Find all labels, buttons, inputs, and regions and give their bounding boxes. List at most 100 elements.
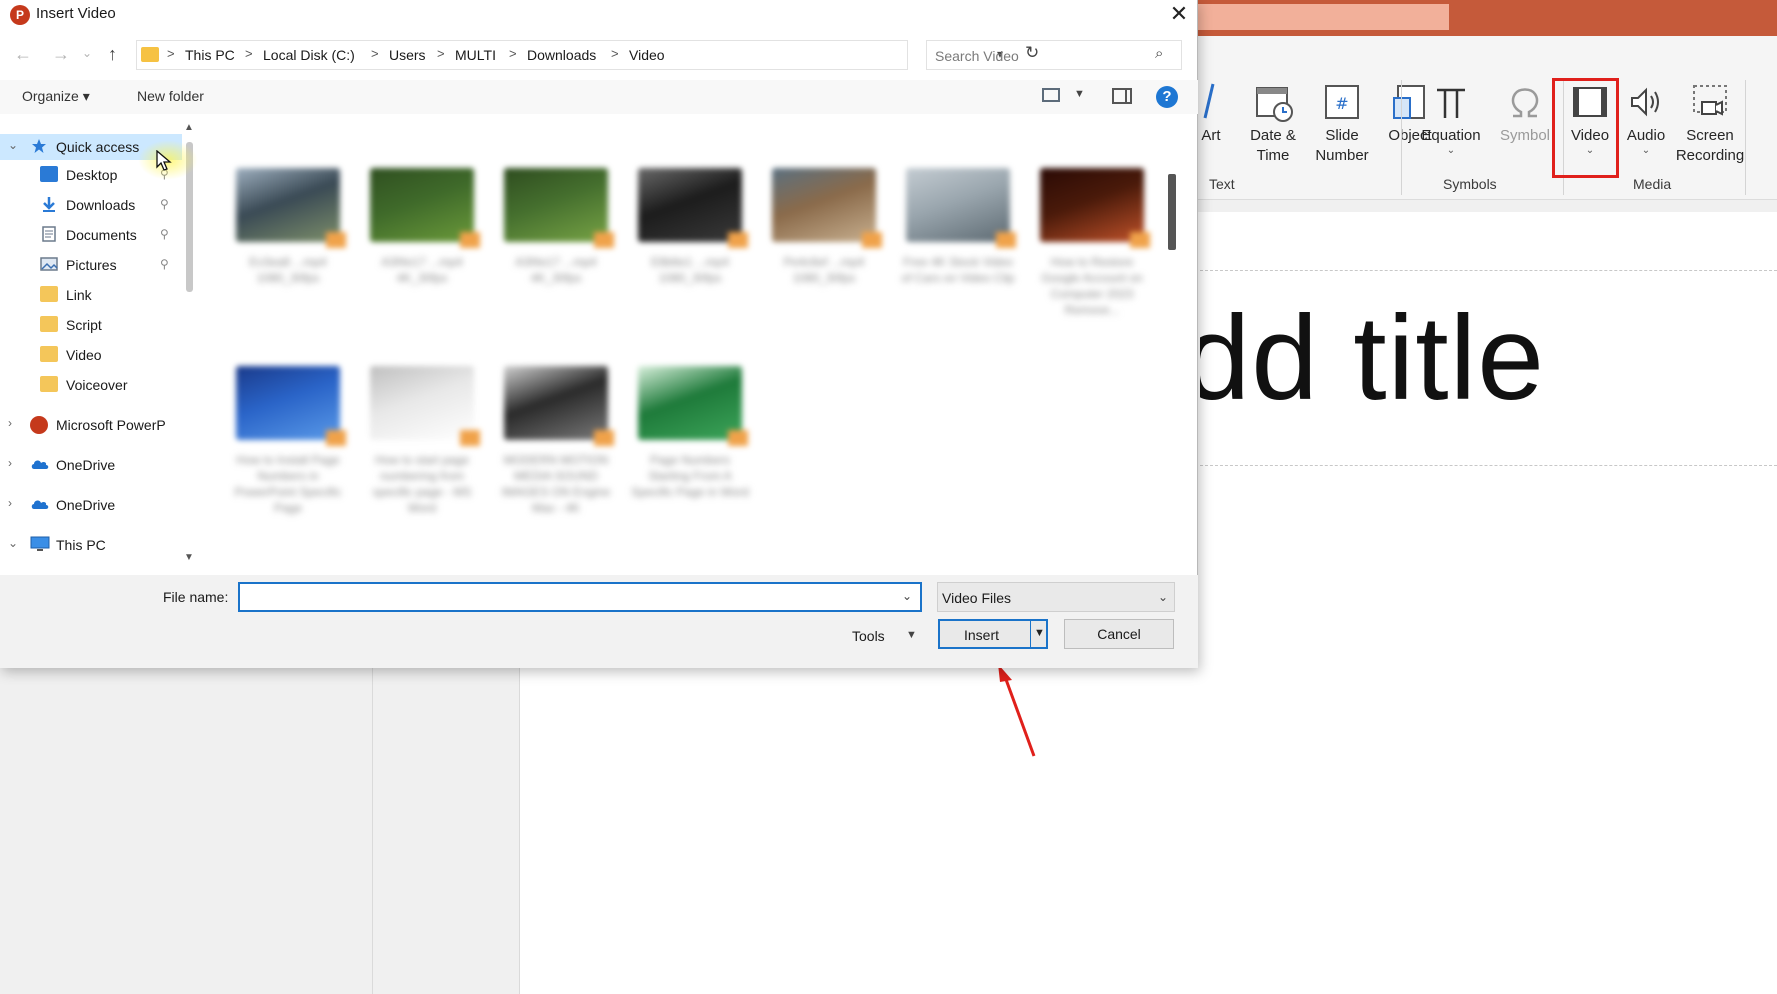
sidebar-item-this-pc[interactable]: ⌄ This PC <box>0 532 182 558</box>
help-icon[interactable]: ? <box>1156 86 1178 108</box>
breadcrumb-separator[interactable]: > <box>245 46 253 61</box>
file-item[interactable]: A3f4e17 ...mp4 4K_30fps <box>362 168 482 328</box>
sidebar-item-label: OneDrive <box>56 457 116 473</box>
file-name-label: File name: <box>163 589 229 605</box>
breadcrumb-downloads[interactable]: Downloads <box>527 47 596 63</box>
scrollbar-thumb[interactable] <box>1168 174 1176 250</box>
breadcrumb-this-pc[interactable]: This PC <box>185 47 235 63</box>
insert-options-dropdown-icon[interactable]: ▼ <box>1034 627 1045 639</box>
video-file-badge-icon <box>460 232 480 248</box>
ribbon-symbol-button[interactable]: Symbol <box>1493 80 1557 146</box>
sidebar-item-label: Pictures <box>66 257 117 273</box>
sidebar-item-voiceover[interactable]: Voiceover <box>0 372 182 398</box>
title-placeholder[interactable]: Click to add title <box>1200 270 1777 466</box>
breadcrumb-separator[interactable]: > <box>371 46 379 61</box>
mouse-cursor-icon <box>156 150 172 171</box>
breadcrumb-separator: > <box>167 46 175 61</box>
file-item[interactable]: How to Restore Google Account on Compute… <box>1032 168 1152 328</box>
ribbon-symbol-label: Symbol <box>1499 127 1551 144</box>
search-input[interactable] <box>935 46 1145 66</box>
change-view-icon[interactable] <box>1042 88 1060 102</box>
breadcrumb-video[interactable]: Video <box>629 47 665 63</box>
file-name-caption: How to Install Page Numbers in PowerPoin… <box>234 453 342 515</box>
sidebar-item-documents[interactable]: Documents ⚲ <box>0 222 182 248</box>
svg-text:#: # <box>1335 94 1348 113</box>
recent-locations-icon[interactable]: ⌄ <box>82 46 92 60</box>
up-arrow-icon[interactable]: ↑ <box>108 44 117 65</box>
file-item[interactable]: How to Install Page Numbers in PowerPoin… <box>228 366 348 526</box>
search-box[interactable]: ⌕ <box>926 40 1182 70</box>
address-bar[interactable]: > This PC > Local Disk (C:) > Users > MU… <box>136 40 1039 70</box>
file-item[interactable]: Ev3ea8 ...mp4 1080_30fps <box>228 168 348 328</box>
ppt-title-search-field[interactable] <box>1197 4 1449 30</box>
breadcrumb-separator[interactable]: > <box>611 46 619 61</box>
sidebar-item-label: Quick access <box>56 139 140 155</box>
file-item[interactable]: E8b6e1 ...mp4 1080_30fps <box>630 168 750 328</box>
pane-divider <box>372 660 373 994</box>
file-item[interactable]: Page Numbers Starting From A Specific Pa… <box>630 366 750 526</box>
ribbon-slide-number-label: Slide Number <box>1315 127 1369 164</box>
scroll-down-icon[interactable]: ▼ <box>184 552 194 563</box>
file-type-filter-select[interactable]: Video Files ⌄ <box>937 582 1175 612</box>
sidebar-item-script[interactable]: Script <box>0 312 182 338</box>
close-button[interactable]: ✕ <box>1160 0 1198 30</box>
file-item[interactable]: How to start page numbering from specifi… <box>362 366 482 526</box>
document-icon <box>40 226 58 242</box>
ribbon-screen-recording-button[interactable]: Screen Recording <box>1663 80 1757 166</box>
video-thumbnail <box>504 168 614 248</box>
tools-button[interactable]: Tools <box>852 628 885 644</box>
file-item[interactable]: MODERN MOTION MEDIA SOUND IMAGES ON Engi… <box>496 366 616 526</box>
navigation-pane-scrollbar[interactable]: ▲ ▼ <box>182 118 196 572</box>
collapse-chevron-icon[interactable]: ⌄ <box>8 536 18 550</box>
search-icon[interactable]: ⌕ <box>1155 45 1163 62</box>
insert-button[interactable]: Insert ▼ <box>938 619 1048 649</box>
tools-dropdown-icon[interactable]: ▼ <box>906 629 917 641</box>
file-item[interactable]: A3f4e17 ...mp4 4K_30fps <box>496 168 616 328</box>
file-name-caption: How to Restore Google Account on Compute… <box>1041 255 1143 317</box>
sidebar-item-link[interactable]: Link <box>0 282 182 308</box>
breadcrumb-multi[interactable]: MULTI <box>455 47 496 63</box>
sidebar-item-onedrive[interactable]: › OneDrive <box>0 452 182 478</box>
expand-chevron-icon[interactable]: › <box>8 416 12 430</box>
file-name-input[interactable] <box>238 582 922 612</box>
sidebar-item-video[interactable]: Video <box>0 342 182 368</box>
cancel-button[interactable]: Cancel <box>1064 619 1174 649</box>
preview-pane-icon[interactable] <box>1112 88 1132 104</box>
sidebar-item-downloads[interactable]: Downloads ⚲ <box>0 192 182 218</box>
ribbon-slide-number-button[interactable]: # Slide Number <box>1307 80 1377 166</box>
organize-button[interactable]: Organize ▾ <box>22 88 90 105</box>
expand-chevron-icon[interactable]: › <box>8 456 12 470</box>
collapse-chevron-icon[interactable]: ⌄ <box>8 138 18 152</box>
file-name-caption: A3f4e17 ...mp4 4K_30fps <box>381 255 463 285</box>
ribbon-separator-media <box>1745 80 1746 195</box>
breadcrumb-local-disk[interactable]: Local Disk (C:) <box>263 47 355 63</box>
file-list-scrollbar[interactable] <box>1168 134 1176 526</box>
equation-dropdown-icon[interactable]: ⌄ <box>1409 146 1493 156</box>
sidebar-item-microsoft-powerpoint[interactable]: › Microsoft PowerP <box>0 412 182 438</box>
ribbon-equation-button[interactable]: Equation ⌄ <box>1409 80 1493 156</box>
dialog-title: Insert Video <box>36 5 116 22</box>
dialog-title-bar[interactable]: P Insert Video ✕ <box>0 0 1198 30</box>
file-item[interactable]: Free 4K Stock Video of Cars on Video Cli… <box>898 168 1018 328</box>
scroll-up-icon[interactable]: ▲ <box>184 122 194 133</box>
ribbon-wordart-button[interactable]: Art <box>1201 80 1221 146</box>
forward-arrow-icon[interactable]: → <box>52 44 70 65</box>
breadcrumb-separator[interactable]: > <box>509 46 517 61</box>
video-thumbnail <box>772 168 882 248</box>
ribbon-date-time-button[interactable]: Date & Time <box>1243 80 1303 166</box>
ribbon-group-media: Media <box>1633 176 1672 192</box>
back-arrow-icon[interactable]: ← <box>14 44 32 65</box>
expand-chevron-icon[interactable]: › <box>8 496 12 510</box>
file-item[interactable]: Pe4c6ef ...mp4 1080_30fps <box>764 168 884 328</box>
cloud-icon <box>30 456 49 472</box>
view-options-dropdown-icon[interactable]: ▼ <box>1074 88 1085 100</box>
breadcrumb-users[interactable]: Users <box>389 47 426 63</box>
folder-icon <box>40 376 58 392</box>
new-folder-button[interactable]: New folder <box>137 88 204 104</box>
wordart-icon <box>1201 80 1221 124</box>
video-file-badge-icon <box>862 232 882 248</box>
file-name-dropdown-icon[interactable]: ⌄ <box>902 589 912 603</box>
sidebar-item-onedrive-2[interactable]: › OneDrive <box>0 492 182 518</box>
breadcrumb-separator[interactable]: > <box>437 46 445 61</box>
sidebar-item-pictures[interactable]: Pictures ⚲ <box>0 252 182 278</box>
